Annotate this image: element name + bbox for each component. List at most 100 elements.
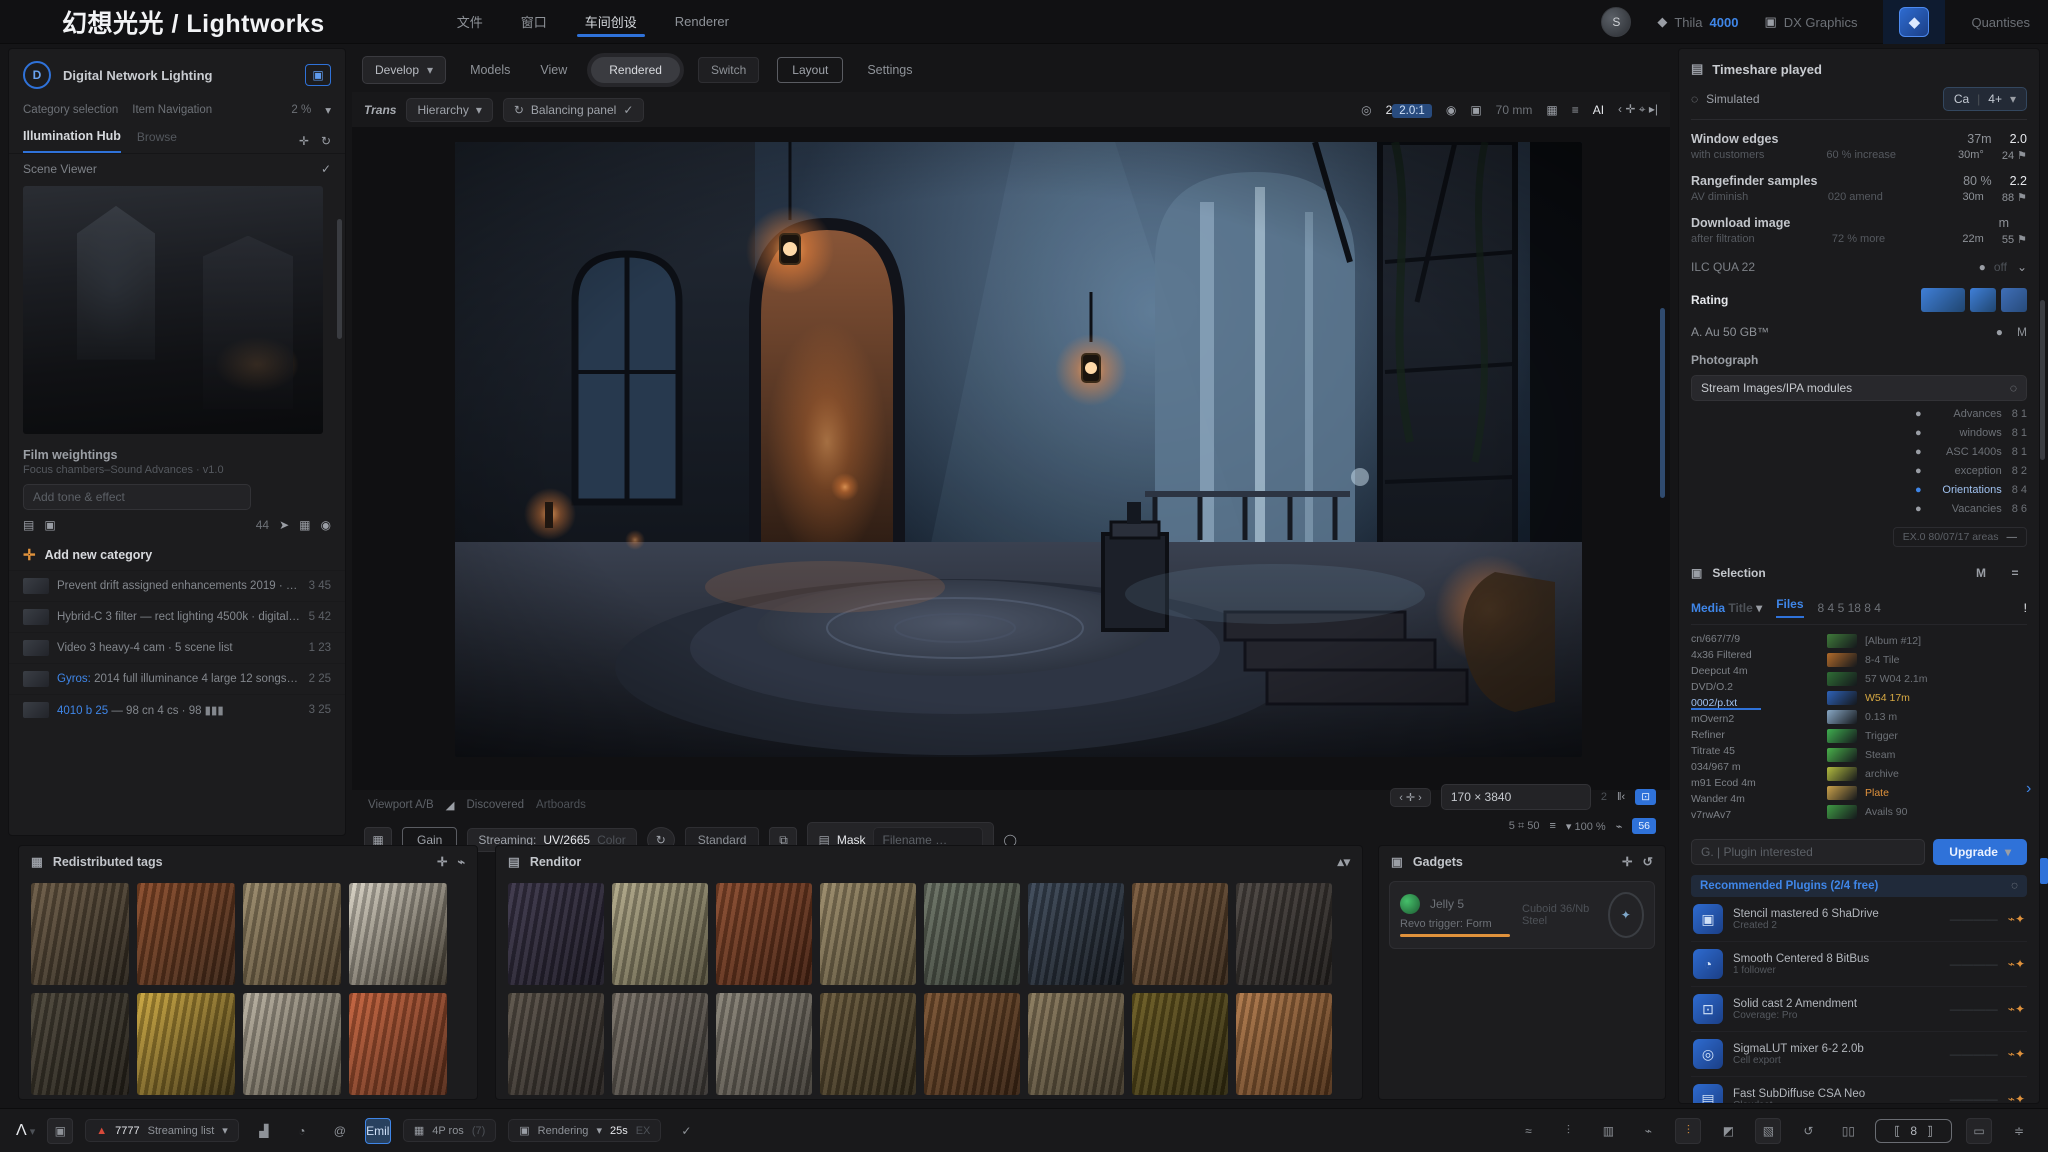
table-row[interactable]: [Album #12]: [1827, 633, 2027, 649]
table-name[interactable]: 0002/p.txt: [1691, 697, 1761, 710]
texture-tile[interactable]: [31, 883, 129, 985]
table-row[interactable]: Steam: [1827, 747, 2027, 763]
panel-mode-icon[interactable]: ▣: [305, 64, 331, 86]
mail-icon[interactable]: ▦: [299, 518, 310, 532]
snap-chip[interactable]: ⊡: [1635, 789, 1656, 805]
hierarchy-dropdown[interactable]: Hierarchy▾: [406, 98, 492, 122]
plugin-spark-icon[interactable]: ⌁✦: [2008, 957, 2025, 971]
item-navigation-label[interactable]: Item Navigation: [132, 104, 212, 116]
property-group[interactable]: Window edges37m2.0with customers60 % inc…: [1691, 132, 2027, 162]
refresh-icon[interactable]: ↻: [321, 134, 331, 148]
levels-icon[interactable]: ⫶: [1675, 1118, 1701, 1144]
link-row[interactable]: ●exception8 2: [1691, 465, 2027, 477]
waves-icon[interactable]: ≈: [1515, 1118, 1541, 1144]
nav-arrows[interactable]: ‹ ✛ ⌖ ▸|: [1618, 102, 1658, 117]
lens-icon[interactable]: ◎: [1361, 103, 1371, 117]
status-link[interactable]: Discovered: [467, 799, 525, 811]
output-icon[interactable]: ▥: [1595, 1118, 1621, 1144]
tone-input[interactable]: [23, 484, 251, 510]
ros-pill[interactable]: ▦ 4P ros(7): [403, 1119, 496, 1142]
texture-tile[interactable]: [1028, 993, 1124, 1095]
list-item[interactable]: Prevent drift assigned enhancements 2019…: [9, 570, 345, 601]
aspect-ratio-value[interactable]: 2.0:1: [1392, 104, 1432, 118]
camera-icon[interactable]: ▧: [1755, 1118, 1781, 1144]
plugin-spark-icon[interactable]: ⌁✦: [2008, 912, 2025, 926]
add-category-header[interactable]: ✛ Add new category: [9, 536, 345, 570]
sub-value-1[interactable]: 30m: [1962, 191, 1983, 204]
table-name[interactable]: 034/967 m: [1691, 761, 1819, 774]
plugin-spark-icon[interactable]: ⌁✦: [2008, 1047, 2025, 1061]
texture-tile[interactable]: [612, 993, 708, 1095]
table-row[interactable]: 8-4 Tile: [1827, 652, 2027, 668]
link-label[interactable]: Advances: [1932, 408, 2002, 420]
value-1[interactable]: 80 %: [1963, 174, 1992, 188]
table-row[interactable]: 0.13 m: [1827, 709, 2027, 725]
plugin-card[interactable]: ▣Stencil mastered 6 ShaDriveCreated 2———…: [1691, 897, 2027, 942]
sub-value-2[interactable]: 88 ⚑: [2002, 191, 2027, 204]
wrench-icon[interactable]: ⌁: [457, 854, 465, 869]
m-button[interactable]: M: [1969, 561, 1993, 585]
palette-icon[interactable]: ◩: [1715, 1118, 1741, 1144]
scene-viewer-row[interactable]: Scene Viewer ✓: [9, 154, 345, 184]
table-name[interactable]: Wander 4m: [1691, 793, 1819, 806]
sub-value-2[interactable]: 55 ⚑: [2002, 233, 2027, 246]
texture-tile[interactable]: [31, 993, 129, 1095]
storage-row[interactable]: A. Au 50 GB™ ● M: [1691, 325, 2027, 339]
texture-tile[interactable]: [137, 883, 235, 985]
grid-icon[interactable]: ▦: [1546, 103, 1557, 117]
stats-icon[interactable]: ▟: [251, 1118, 277, 1144]
send-icon[interactable]: ➤: [279, 518, 289, 532]
plugin-spark-icon[interactable]: ⌁✦: [2008, 1002, 2025, 1016]
check-icon[interactable]: ✓: [673, 1118, 699, 1144]
texture-tile[interactable]: [1132, 883, 1228, 985]
chevron-down-icon[interactable]: ▾: [325, 103, 331, 117]
table-name[interactable]: m91 Ecod 4m: [1691, 777, 1819, 790]
texture-tile[interactable]: [349, 993, 447, 1095]
tab-media[interactable]: Media Title ▾: [1691, 601, 1762, 615]
frame-icon[interactable]: ▣: [1470, 103, 1481, 117]
texture-tile[interactable]: [612, 883, 708, 985]
table-row[interactable]: Trigger: [1827, 728, 2027, 744]
graphics-badge[interactable]: ▣ DX Graphics: [1764, 14, 1857, 30]
texture-tile[interactable]: [137, 993, 235, 1095]
tab-illumination-hub[interactable]: Illumination Hub: [23, 129, 121, 153]
menu-icon[interactable]: ≡: [1549, 820, 1555, 832]
viewport-scrollbar[interactable]: [1660, 308, 1665, 498]
list-item[interactable]: Video 3 heavy-4 cam · 5 scene list1 23: [9, 632, 345, 663]
app-glyph-icon[interactable]: Λ ▾: [16, 1122, 35, 1140]
tab-models[interactable]: Models: [464, 63, 516, 77]
texture-tile[interactable]: [243, 993, 341, 1095]
texture-tile[interactable]: [716, 993, 812, 1095]
rendered-segment[interactable]: Rendered: [591, 57, 680, 83]
menu-renderer[interactable]: Renderer: [673, 2, 731, 41]
plugin-card[interactable]: ◔Smooth Centered 8 BitBus1 follower————⌁…: [1691, 942, 2027, 987]
table-name[interactable]: v7rwAv7: [1691, 809, 1819, 822]
expand-chevron-icon[interactable]: ›: [2026, 780, 2031, 798]
minimize-icon[interactable]: ▭: [1966, 1118, 1992, 1144]
brand-badge[interactable]: ◆ Thila 4000: [1657, 14, 1738, 30]
link-label[interactable]: exception: [1932, 465, 2002, 477]
scene-thumbnail[interactable]: [23, 186, 323, 434]
right-scrollbar[interactable]: [2040, 300, 2045, 460]
value-2[interactable]: 2.0: [2010, 132, 2027, 146]
texture-tile[interactable]: [1028, 883, 1124, 985]
list-item[interactable]: Gyros: 2014 full illuminance 4 large 12 …: [9, 663, 345, 694]
exposure-icon[interactable]: ◉: [1446, 103, 1456, 117]
value-1[interactable]: m: [1999, 216, 2009, 230]
info-circle-icon[interactable]: ◌: [2011, 880, 2018, 892]
link-row[interactable]: ●Orientations8 4: [1691, 484, 2027, 496]
hand-icon[interactable]: ⌁: [1616, 820, 1623, 833]
table-name[interactable]: 4x36 Filtered: [1691, 649, 1819, 662]
layers-icon[interactable]: ▤: [23, 518, 34, 532]
link-row[interactable]: ●Vacancies8 6: [1691, 503, 2027, 515]
plugin-search-input[interactable]: [1691, 839, 1925, 865]
streaming-pill[interactable]: ▲ 7777 Streaming list ▾: [85, 1119, 239, 1142]
menu-icon[interactable]: ≡: [1572, 103, 1579, 117]
table-name[interactable]: mOvern2: [1691, 713, 1819, 726]
bars-icon[interactable]: ‖‹: [1617, 791, 1625, 803]
property-group[interactable]: Rangefinder samples80 %2.2AV diminish020…: [1691, 174, 2027, 204]
mention-icon[interactable]: @: [327, 1118, 353, 1144]
search-icon[interactable]: ◌: [2010, 381, 2017, 395]
texture-tile[interactable]: [924, 993, 1020, 1095]
ai-button[interactable]: AI: [1593, 103, 1604, 117]
